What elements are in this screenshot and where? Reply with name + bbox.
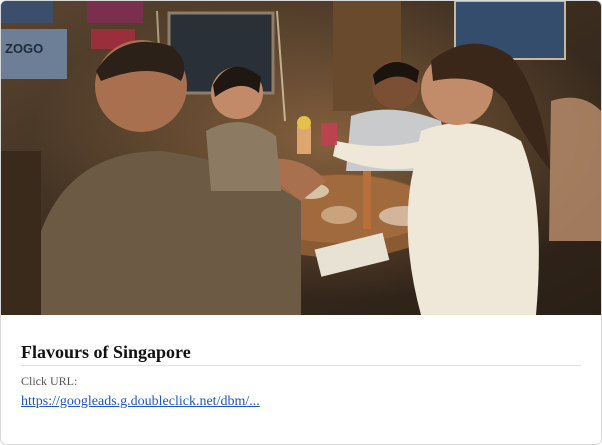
wall-poster-top [87, 1, 143, 23]
ad-title: Flavours of Singapore [21, 341, 581, 366]
poster-text: ZOGO [5, 41, 43, 56]
ad-preview-card: ZOGO Flavours of Singapore Click URL: ht… [0, 0, 602, 445]
cocktail-glass [297, 126, 311, 154]
cocktail-glass [321, 123, 337, 145]
person-woman-right [407, 123, 539, 315]
wall-poster-top-left [1, 1, 53, 23]
chair [1, 151, 41, 315]
click-url-label: Click URL: [21, 374, 78, 388]
person-woman-center [206, 122, 281, 191]
ad-caption: Flavours of Singapore Click URL: https:/… [21, 315, 581, 410]
click-url-link[interactable]: https://googleads.g.doubleclick.net/dbm/… [21, 393, 260, 410]
ad-photo[interactable]: ZOGO [1, 1, 601, 315]
